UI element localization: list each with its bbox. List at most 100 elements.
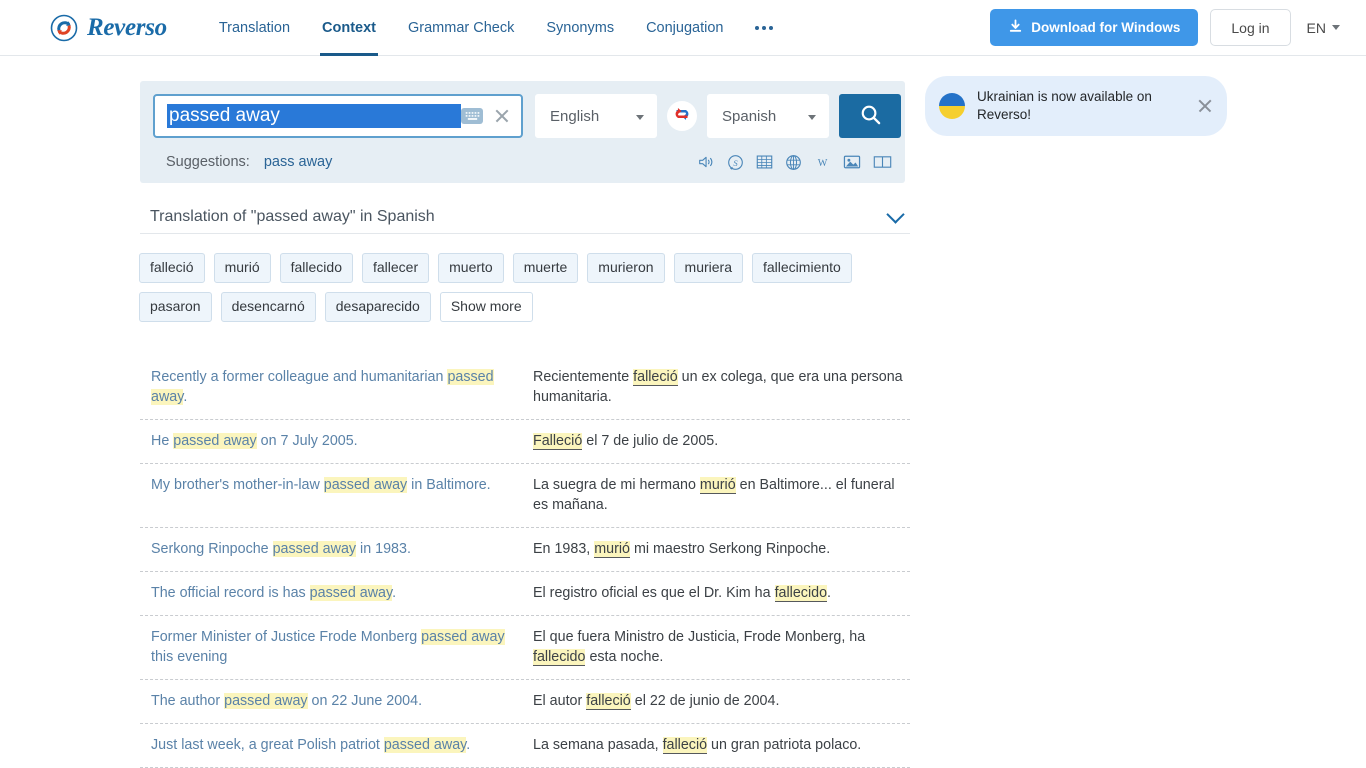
example-target[interactable]: Recientemente falleció un ex colega, que… (525, 367, 910, 407)
sentence-text: . (392, 585, 397, 601)
sentence-text: un gran patriota polaco. (707, 737, 862, 753)
notification-banner: Ukrainian is now available on Reverso! (925, 76, 1227, 136)
example-source[interactable]: The official record is has passed away. (140, 583, 525, 603)
example-source[interactable]: Recently a former colleague and humanita… (140, 367, 525, 407)
source-language-label: English (550, 107, 600, 125)
notification-message: Ukrainian is now available on Reverso! (977, 89, 1152, 122)
nav-item-grammar-check[interactable]: Grammar Check (392, 0, 530, 55)
conjugation-icon[interactable] (756, 154, 773, 170)
search-input-container[interactable]: passed away (153, 94, 523, 138)
suggestion-item[interactable]: pass away (264, 154, 333, 170)
sentence-text: el 22 de junio de 2004. (630, 693, 780, 709)
highlighted-term: falleció (586, 693, 631, 710)
example-row: The author passed away on 22 June 2004. E… (140, 680, 910, 724)
keyboard-icon[interactable] (461, 108, 483, 124)
suggestions-row: Suggestions: pass away S W (153, 151, 892, 173)
highlighted-term: falleció (662, 737, 708, 754)
translation-tag[interactable]: fallecer (361, 253, 430, 283)
suggestions-label: Suggestions: (166, 154, 250, 170)
swap-languages-button[interactable] (667, 101, 697, 131)
ellipsis-icon[interactable] (739, 25, 789, 30)
sentence-text: El que fuera Ministro de Justicia, Frode… (533, 629, 866, 645)
search-icon (859, 103, 882, 129)
nav-item-context[interactable]: Context (306, 0, 392, 56)
site-header: Reverso Translation Context Grammar Chec… (0, 0, 1366, 56)
example-source[interactable]: Former Minister of Justice Frode Monberg… (140, 627, 525, 667)
highlighted-term: passed away (224, 693, 308, 709)
ui-language-selector[interactable]: EN (1303, 20, 1344, 36)
target-language-label: Spanish (722, 107, 777, 125)
example-target[interactable]: Falleció el 7 de julio de 2005. (525, 431, 910, 451)
pronounce-icon[interactable] (698, 154, 715, 170)
translation-tag[interactable]: fallecimiento (752, 253, 852, 283)
highlighted-term: passed away (272, 541, 357, 557)
brand-name: Reverso (87, 13, 167, 41)
example-source[interactable]: Serkong Rinpoche passed away in 1983. (140, 539, 525, 559)
sentence-text: esta noche. (585, 649, 664, 665)
highlighted-term: Falleció (533, 433, 583, 450)
sentence-text: mi maestro Serkong Rinpoche. (629, 541, 831, 557)
source-language-select[interactable]: English (535, 94, 657, 138)
translation-tag[interactable]: muerto (438, 253, 504, 283)
translation-tag[interactable]: murieron (587, 253, 665, 283)
example-target[interactable]: El registro oficial es que el Dr. Kim ha… (525, 583, 910, 603)
notification-close-icon[interactable] (1197, 98, 1213, 114)
svg-text:S: S (733, 157, 738, 167)
example-target[interactable]: El autor falleció el 22 de junio de 2004… (525, 691, 910, 711)
nav-item-translation[interactable]: Translation (203, 0, 306, 55)
example-source[interactable]: My brother's mother-in-law passed away i… (140, 475, 525, 515)
translation-tag[interactable]: falleció (139, 253, 205, 283)
sentence-text: . (827, 585, 832, 601)
tool-icons: S W (698, 154, 892, 171)
example-target[interactable]: En 1983, murió mi maestro Serkong Rinpoc… (525, 539, 910, 559)
translation-tag[interactable]: desaparecido (324, 292, 431, 322)
synonyms-icon[interactable]: S (727, 154, 744, 171)
example-target[interactable]: La suegra de mi hermano murió en Baltimo… (525, 475, 910, 515)
search-row: passed away English Spanish (153, 94, 901, 138)
example-target[interactable]: La semana pasada, falleció un gran patri… (525, 735, 910, 755)
chevron-down-icon[interactable] (886, 204, 905, 224)
translation-tag[interactable]: fallecido (279, 253, 353, 283)
highlighted-term: fallecido (533, 649, 586, 666)
ukraine-flag-icon (939, 93, 965, 119)
chevron-down-icon (1332, 25, 1340, 30)
nav-item-conjugation[interactable]: Conjugation (630, 0, 739, 55)
translation-tag[interactable]: muriera (673, 253, 743, 283)
highlighted-term: murió (594, 541, 630, 558)
main-nav: Translation Context Grammar Check Synony… (203, 0, 790, 56)
chevron-down-icon (636, 115, 644, 120)
sentence-text: The official record is has (151, 585, 310, 601)
images-icon[interactable] (843, 154, 861, 170)
example-source[interactable]: Just last week, a great Polish patriot p… (140, 735, 525, 755)
page-title: Translation of "passed away" in Spanish (150, 207, 435, 225)
translation-tag[interactable]: desencarnó (220, 292, 316, 322)
target-language-select[interactable]: Spanish (707, 94, 829, 138)
translation-tag[interactable]: muerte (512, 253, 579, 283)
sentence-text: El autor (533, 693, 587, 709)
example-row: Serkong Rinpoche passed away in 1983. En … (140, 528, 910, 572)
nav-item-synonyms[interactable]: Synonyms (530, 0, 630, 55)
download-button[interactable]: Download for Windows (990, 9, 1199, 46)
search-button[interactable] (839, 94, 901, 138)
logo[interactable]: Reverso (50, 14, 167, 42)
dictionary-icon[interactable] (873, 154, 892, 170)
example-target[interactable]: El que fuera Ministro de Justicia, Frode… (525, 627, 910, 667)
translation-section-header[interactable]: Translation of "passed away" in Spanish (140, 200, 910, 234)
highlighted-term: passed away (383, 737, 467, 753)
example-source[interactable]: He passed away on 7 July 2005. (140, 431, 525, 451)
translation-tag[interactable]: murió (213, 253, 271, 283)
highlighted-term: passed away (421, 629, 505, 645)
sentence-text: The author (151, 693, 225, 709)
example-source[interactable]: The author passed away on 22 June 2004. (140, 691, 525, 711)
search-input[interactable]: passed away (167, 104, 461, 128)
web-icon[interactable] (785, 154, 802, 171)
example-row: Recently a former colleague and humanita… (140, 356, 910, 420)
translation-tag[interactable]: pasaron (139, 292, 212, 322)
login-button[interactable]: Log in (1210, 9, 1291, 46)
wikipedia-icon[interactable]: W (814, 154, 831, 170)
clear-search-icon[interactable] (493, 107, 511, 125)
show-more-button[interactable]: Show more (439, 292, 533, 322)
sentence-text: Former Minister of Justice Frode Monberg (151, 629, 422, 645)
sentence-text: Recientemente (533, 369, 634, 385)
sentence-text: El registro oficial es que el Dr. Kim ha (533, 585, 775, 601)
